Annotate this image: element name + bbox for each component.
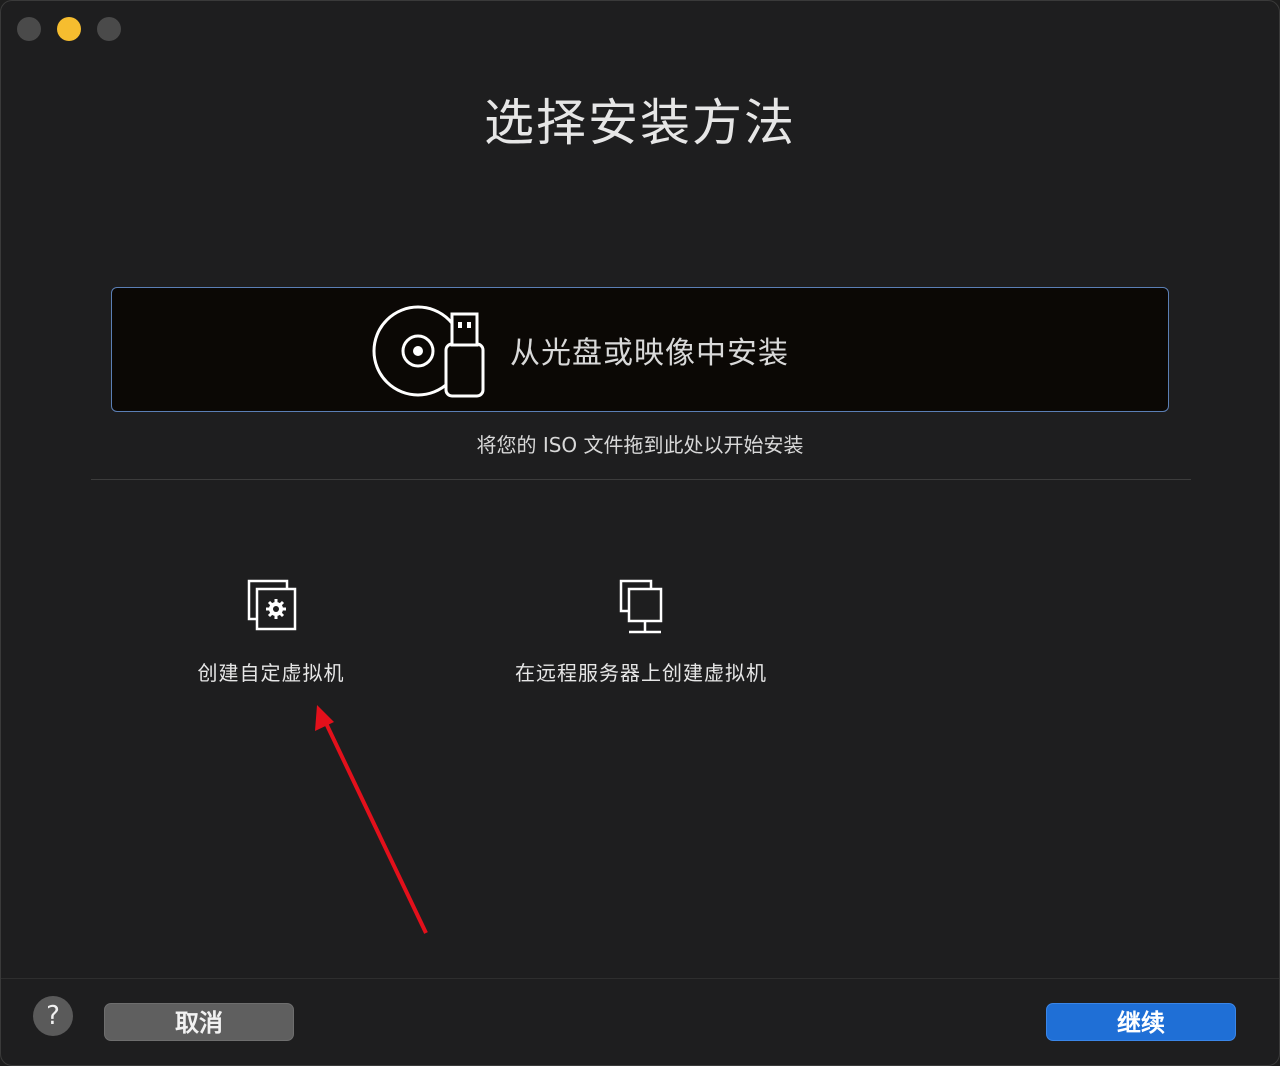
close-window-button[interactable] — [17, 17, 41, 41]
page-title: 选择安装方法 — [484, 94, 796, 152]
continue-button[interactable]: 继续 — [1046, 1003, 1236, 1041]
help-button[interactable]: ? — [33, 996, 73, 1036]
cancel-button[interactable]: 取消 — [104, 1003, 294, 1041]
footer-divider — [1, 978, 1279, 979]
create-custom-vm-label: 创建自定虚拟机 — [197, 661, 345, 685]
section-divider — [91, 479, 1191, 480]
create-remote-vm-option[interactable]: 在远程服务器上创建虚拟机 — [491, 577, 791, 686]
annotation-arrow — [315, 705, 428, 934]
custom-vm-icon — [247, 579, 297, 631]
drag-iso-hint: 将您的 ISO 文件拖到此处以开始安装 — [476, 433, 804, 457]
remote-server-icon — [619, 579, 663, 634]
create-custom-vm-option[interactable]: 创建自定虚拟机 — [121, 577, 421, 686]
installer-window: 选择安装方法 从光盘或映像中安装 将您的 ISO 文件拖到此处以开始安装 创建自… — [0, 0, 1280, 1066]
install-from-disc-button[interactable]: 从光盘或映像中安装 — [111, 287, 1169, 412]
install-from-disc-label: 从光盘或映像中安装 — [510, 336, 789, 371]
minimize-window-button[interactable] — [57, 17, 81, 41]
zoom-window-button[interactable] — [97, 17, 121, 41]
disc-usb-icon — [372, 305, 485, 398]
window-controls — [17, 17, 121, 41]
create-remote-vm-label: 在远程服务器上创建虚拟机 — [515, 661, 767, 685]
